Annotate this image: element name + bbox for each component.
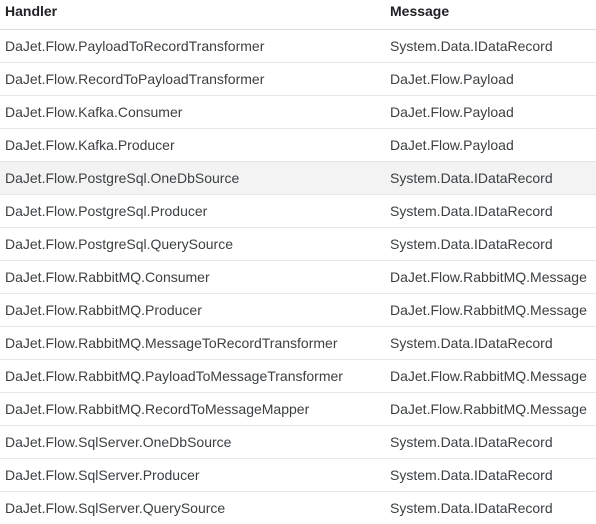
table-row[interactable]: DaJet.Flow.RecordToPayloadTransformer DaJ… [0, 62, 596, 96]
table-row[interactable]: DaJet.Flow.RabbitMQ.MessageToRecordTrans… [0, 326, 596, 360]
message-cell: System.Data.IDataRecord [385, 227, 596, 261]
handler-cell: DaJet.Flow.RabbitMQ.RecordToMessageMappe… [0, 392, 385, 426]
column-header-handler[interactable]: Handler [0, 0, 385, 30]
handler-cell: DaJet.Flow.RabbitMQ.PayloadToMessageTran… [0, 359, 385, 393]
message-cell: System.Data.IDataRecord [385, 458, 596, 492]
handler-cell: DaJet.Flow.RabbitMQ.Producer [0, 293, 385, 327]
handler-cell: DaJet.Flow.SqlServer.QuerySource [5, 499, 226, 516]
message-cell: System.Data.IDataRecord [390, 499, 553, 516]
handlers-table: Handler Message DaJet.Flow.PayloadToReco… [0, 0, 596, 524]
table-row[interactable]: DaJet.Flow.RabbitMQ.RecordToMessageMappe… [0, 392, 596, 426]
message-cell: System.Data.IDataRecord [385, 326, 596, 360]
message-cell: System.Data.IDataRecord [385, 29, 596, 63]
column-header-message[interactable]: Message [385, 0, 596, 30]
handler-cell: DaJet.Flow.RabbitMQ.Consumer [0, 260, 385, 294]
handler-cell: DaJet.Flow.PostgreSql.Producer [0, 194, 385, 228]
message-cell: System.Data.IDataRecord [385, 425, 596, 459]
table-row[interactable]: DaJet.Flow.PostgreSql.QuerySource System.… [0, 227, 596, 261]
message-cell: DaJet.Flow.RabbitMQ.Message [385, 359, 596, 393]
message-cell: DaJet.Flow.Payload [385, 62, 596, 96]
message-cell: DaJet.Flow.RabbitMQ.Message [385, 260, 596, 294]
handler-cell: DaJet.Flow.SqlServer.Producer [0, 458, 385, 492]
table-row[interactable]: DaJet.Flow.PostgreSql.Producer System.Dat… [0, 194, 596, 228]
table-header-row: Handler Message [0, 0, 596, 30]
table-row[interactable]: DaJet.Flow.SqlServer.OneDbSource System.D… [0, 425, 596, 459]
message-cell: DaJet.Flow.Payload [385, 128, 596, 162]
handler-cell: DaJet.Flow.PostgreSql.QuerySource [0, 227, 385, 261]
table-row[interactable]: DaJet.Flow.SqlServer.QuerySource System.D… [0, 491, 596, 524]
table-body: DaJet.Flow.PayloadToRecordTransformer Sys… [0, 29, 596, 524]
table-row[interactable]: DaJet.Flow.RabbitMQ.Consumer DaJet.Flow.R… [0, 260, 596, 294]
handler-cell: DaJet.Flow.PostgreSql.OneDbSource [0, 161, 385, 195]
table-row[interactable]: DaJet.Flow.RabbitMQ.Producer DaJet.Flow.R… [0, 293, 596, 327]
handler-cell: DaJet.Flow.RabbitMQ.MessageToRecordTrans… [0, 326, 385, 360]
table-row[interactable]: DaJet.Flow.SqlServer.Producer System.Data… [0, 458, 596, 492]
handler-cell: DaJet.Flow.RecordToPayloadTransformer [0, 62, 385, 96]
message-cell: System.Data.IDataRecord [385, 194, 596, 228]
table-row[interactable]: DaJet.Flow.PayloadToRecordTransformer Sys… [0, 29, 596, 63]
message-cell: DaJet.Flow.RabbitMQ.Message [385, 392, 596, 426]
table-row[interactable]: DaJet.Flow.Kafka.Consumer DaJet.Flow.Payl… [0, 95, 596, 129]
handler-cell: DaJet.Flow.PayloadToRecordTransformer [0, 29, 385, 63]
message-cell: DaJet.Flow.Payload [385, 95, 596, 129]
message-cell: System.Data.IDataRecord [385, 161, 596, 195]
table-row[interactable]: DaJet.Flow.PostgreSql.OneDbSource System.… [0, 161, 596, 195]
handler-cell: DaJet.Flow.Kafka.Producer [0, 128, 385, 162]
handler-cell: DaJet.Flow.SqlServer.OneDbSource [0, 425, 385, 459]
table-row[interactable]: DaJet.Flow.Kafka.Producer DaJet.Flow.Payl… [0, 128, 596, 162]
message-cell: DaJet.Flow.RabbitMQ.Message [385, 293, 596, 327]
table-row[interactable]: DaJet.Flow.RabbitMQ.PayloadToMessageTran… [0, 359, 596, 393]
handler-cell: DaJet.Flow.Kafka.Consumer [0, 95, 385, 129]
